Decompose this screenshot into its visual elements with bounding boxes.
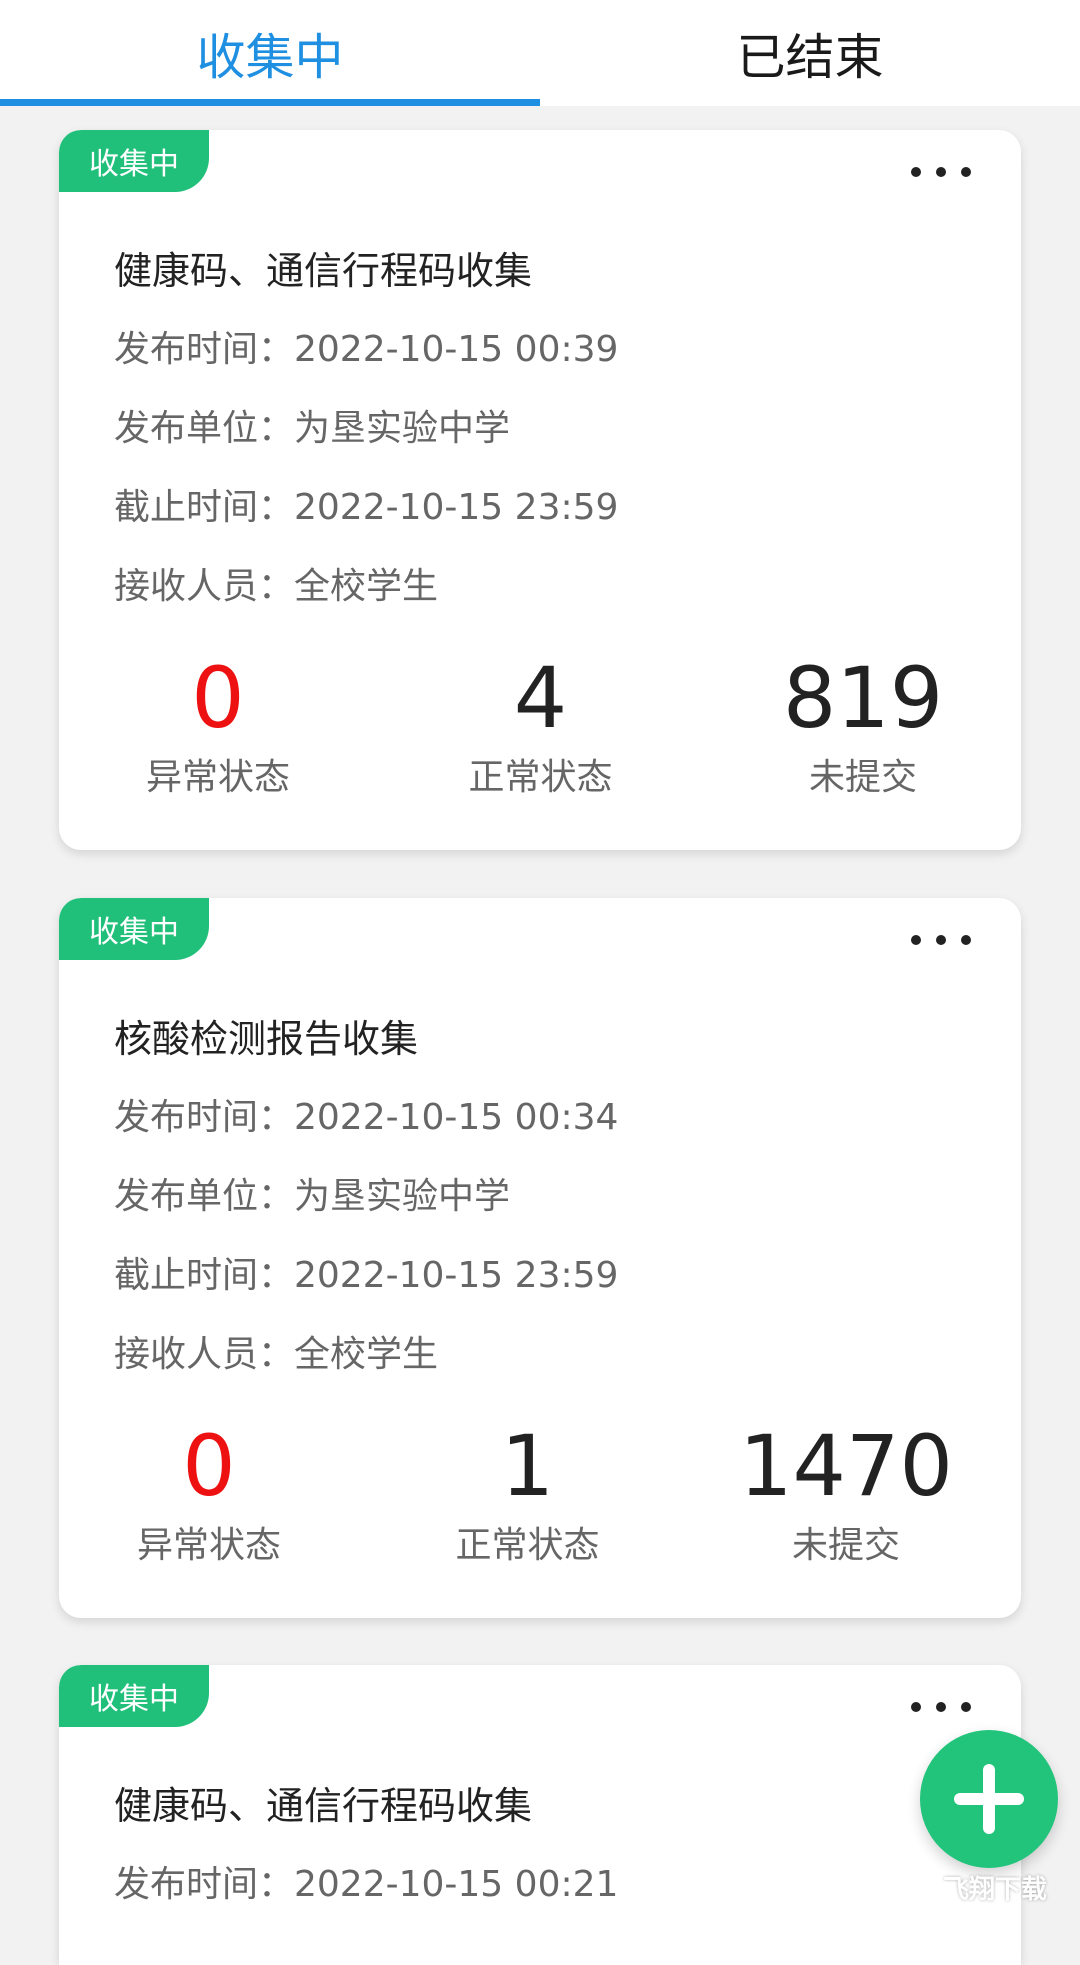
more-options-icon[interactable] xyxy=(911,1687,971,1727)
unsubmitted-label: 未提交 xyxy=(791,1525,900,1566)
more-options-icon[interactable] xyxy=(911,920,971,960)
more-options-icon[interactable] xyxy=(911,152,971,192)
unsubmitted-count: 819 xyxy=(782,649,944,747)
normal-count: 4 xyxy=(513,649,568,747)
tab-collecting[interactable]: 收集中 xyxy=(0,0,540,106)
publisher: 发布单位：为垦实验中学 xyxy=(114,1176,511,1217)
publish-time: 发布时间：2022-10-15 00:21 xyxy=(114,1864,619,1905)
stat-unsubmitted[interactable]: 1470 未提交 xyxy=(716,1418,976,1568)
tab-bar: 收集中 已结束 xyxy=(0,0,1080,106)
card-title: 核酸检测报告收集 xyxy=(114,1017,419,1061)
stat-normal[interactable]: 1 正常状态 xyxy=(398,1418,658,1568)
watermark-logo: 飞翔下载 xyxy=(942,1874,1047,1905)
add-collection-button[interactable] xyxy=(920,1730,1058,1868)
stats-row: 0 异常状态 1 正常状态 1470 未提交 xyxy=(59,1418,1021,1568)
abnormal-label: 异常状态 xyxy=(136,1525,281,1566)
collection-card[interactable]: 收集中 健康码、通信行程码收集 发布时间：2022-10-15 00:21 xyxy=(59,1665,1021,1965)
publish-time: 发布时间：2022-10-15 00:39 xyxy=(114,329,619,370)
abnormal-label: 异常状态 xyxy=(145,757,290,798)
status-badge: 收集中 xyxy=(59,1665,209,1727)
recipients: 接收人员：全校学生 xyxy=(114,1334,439,1375)
card-title: 健康码、通信行程码收集 xyxy=(114,249,533,293)
deadline: 截止时间：2022-10-15 23:59 xyxy=(114,487,619,528)
abnormal-count: 0 xyxy=(182,1417,236,1515)
unsubmitted-label: 未提交 xyxy=(808,757,917,798)
unsubmitted-count: 1470 xyxy=(739,1417,953,1515)
deadline: 截止时间：2022-10-15 23:59 xyxy=(114,1255,619,1296)
stat-abnormal[interactable]: 0 异常状态 xyxy=(88,650,348,800)
normal-label: 正常状态 xyxy=(468,757,613,798)
stat-abnormal[interactable]: 0 异常状态 xyxy=(79,1418,339,1568)
card-title: 健康码、通信行程码收集 xyxy=(114,1784,533,1828)
status-badge: 收集中 xyxy=(59,130,209,192)
stat-normal[interactable]: 4 正常状态 xyxy=(411,650,671,800)
stat-unsubmitted[interactable]: 819 未提交 xyxy=(733,650,993,800)
collection-card[interactable]: 收集中 核酸检测报告收集 发布时间：2022-10-15 00:34 发布单位：… xyxy=(59,898,1021,1618)
stats-row: 0 异常状态 4 正常状态 819 未提交 xyxy=(59,650,1021,800)
status-badge: 收集中 xyxy=(59,898,209,960)
collection-card[interactable]: 收集中 健康码、通信行程码收集 发布时间：2022-10-15 00:39 发布… xyxy=(59,130,1021,850)
normal-label: 正常状态 xyxy=(455,1525,600,1566)
recipients: 接收人员：全校学生 xyxy=(114,566,439,607)
publish-time: 发布时间：2022-10-15 00:34 xyxy=(114,1097,619,1138)
abnormal-count: 0 xyxy=(191,649,245,747)
normal-count: 1 xyxy=(500,1417,555,1515)
publisher: 发布单位：为垦实验中学 xyxy=(114,408,511,449)
tab-finished[interactable]: 已结束 xyxy=(540,0,1080,106)
